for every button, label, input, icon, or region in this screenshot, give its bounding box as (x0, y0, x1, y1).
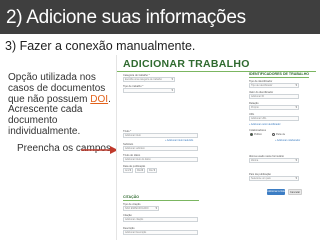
add-to-list-button[interactable]: Adicionar à lista (267, 189, 285, 195)
self-radio-label: Parte de (276, 133, 286, 136)
citation-type-select[interactable]: NÃO ESPECIFICADO (123, 206, 159, 211)
public-radio[interactable] (250, 133, 253, 136)
red-arrow-icon (81, 146, 118, 154)
url-input[interactable]: Adicionar URL (249, 116, 299, 121)
public-radio-label: Público (254, 133, 262, 136)
contributors-label: Colaboradores (249, 129, 267, 132)
citation-input[interactable]: Adicionar citação (123, 217, 198, 222)
subtitle-input[interactable]: Adicionar subtítulo (123, 146, 198, 151)
type-select[interactable] (123, 88, 175, 93)
slide-subtitle: 3) Fazer a conexão manualmente. (5, 39, 196, 53)
add-work-form-screenshot: ADICIONAR TRABALHO Categoria do trabalho… (116, 55, 316, 240)
identifier-value-input[interactable]: Adicionar ID (249, 94, 299, 99)
doi-link[interactable]: DOI (90, 94, 108, 105)
citation-section-title: CITAÇÃO (123, 195, 140, 199)
instruction-note: Opção utilizada nos casos de documentos … (8, 72, 116, 138)
add-translated-title-link[interactable]: + Adicionar título traduzido (165, 139, 193, 142)
year-select[interactable]: Ano (123, 168, 133, 173)
relationship-select[interactable]: Próprio (249, 105, 299, 110)
journal-input[interactable]: Adicionar título do diário (123, 157, 198, 162)
citation-section-rule (123, 200, 199, 201)
month-select[interactable]: Mês (135, 168, 145, 173)
country-select[interactable]: Selecione um país (249, 176, 299, 181)
title-input[interactable]: Adicionar título (123, 133, 198, 138)
identifier-type-select[interactable]: Tipo de identificador (249, 83, 299, 88)
add-identifier-link[interactable]: + Adicionar outro identificador (249, 123, 281, 126)
self-radio[interactable] (272, 133, 275, 136)
cancel-button[interactable]: Cancelar (288, 189, 302, 195)
add-contributor-link[interactable]: + Adicionar colaborador (275, 139, 300, 142)
description-input[interactable]: Adicionar Descrição (123, 230, 198, 235)
identifiers-section-title: IDENTIFICADORES DE TRABALHO (249, 72, 310, 76)
category-select[interactable]: Escolha uma categoria de trabalho (123, 77, 175, 82)
day-select[interactable]: Dia (147, 168, 157, 173)
form-title: ADICIONAR TRABALHO (123, 58, 250, 70)
slide-title: 2) Adicione suas informações (6, 7, 246, 28)
identifiers-section-rule (249, 77, 309, 78)
slide-title-bar: 2) Adicione suas informações (0, 0, 320, 34)
language-select[interactable]: Idioma (249, 158, 299, 163)
